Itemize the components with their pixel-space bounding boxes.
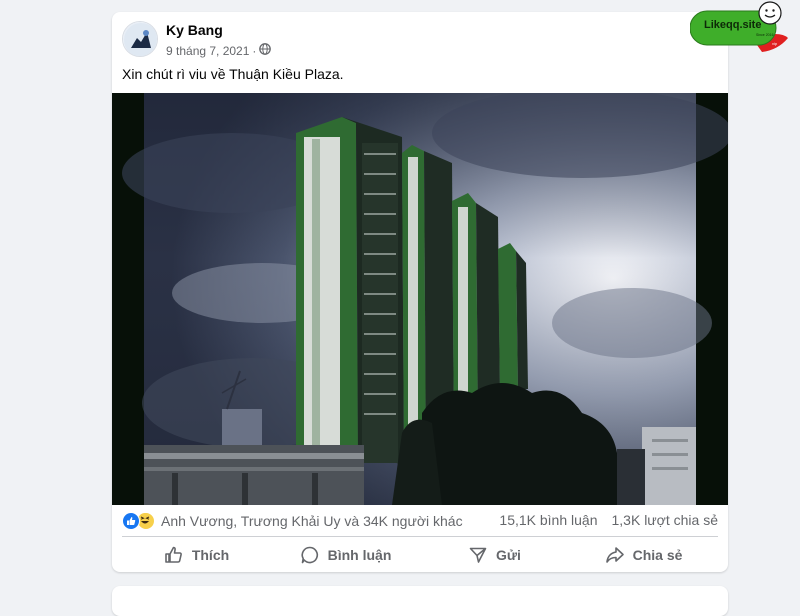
reactions-summary[interactable]: Anh Vương, Trương Khải Uy và 34K người k…	[122, 512, 463, 530]
reactors-text[interactable]: Anh Vương, Trương Khải Uy và 34K người k…	[161, 513, 463, 529]
send-button[interactable]: Gửi	[420, 540, 569, 570]
watermark-subtext: Since 2016	[756, 33, 774, 37]
send-label: Gửi	[496, 547, 521, 563]
comment-label: Bình luận	[327, 547, 392, 563]
post-meta: 9 tháng 7, 2021 ·	[166, 43, 272, 58]
like-label: Thích	[191, 547, 230, 563]
thumbs-up-icon	[164, 545, 184, 565]
post-date[interactable]: 9 tháng 7, 2021	[166, 44, 249, 58]
comment-button[interactable]: Bình luận	[271, 540, 420, 570]
like-icon	[122, 512, 140, 530]
share-arrow-icon	[605, 545, 625, 565]
post-actions: Thích Bình luận Gửi Chia sẻ	[122, 540, 718, 570]
post-stats: Anh Vương, Trương Khải Uy và 34K người k…	[122, 512, 718, 532]
author-name[interactable]: Ky Bang	[166, 22, 223, 38]
meta-separator: ·	[252, 43, 257, 58]
post-caption: Xin chút rì viu về Thuận Kiều Plaza.	[122, 66, 344, 82]
next-post-card	[112, 586, 728, 616]
share-button[interactable]: Chia sẻ	[569, 540, 718, 570]
send-icon	[468, 545, 488, 565]
svg-text:vip: vip	[772, 41, 778, 46]
like-button[interactable]: Thích	[122, 540, 271, 570]
comment-bubble-icon	[300, 545, 320, 565]
shares-count[interactable]: 1,3K lượt chia sẻ	[612, 512, 719, 528]
actions-divider	[122, 536, 718, 537]
watermark-logo: vip Likeqq.site Since 2016	[689, 0, 790, 56]
post-photo[interactable]	[112, 93, 728, 505]
post-card: Ky Bang 9 tháng 7, 2021 · Xin chút rì vi…	[112, 12, 728, 572]
engagement-counts: 15,1K bình luận 1,3K lượt chia sẻ	[499, 512, 718, 528]
globe-icon	[259, 43, 272, 58]
watermark-text: Likeqq.site	[704, 19, 761, 31]
comments-count[interactable]: 15,1K bình luận	[499, 512, 597, 528]
author-avatar[interactable]	[122, 21, 158, 57]
share-label: Chia sẻ	[632, 547, 683, 563]
post-header: Ky Bang 9 tháng 7, 2021 ·	[122, 21, 522, 61]
